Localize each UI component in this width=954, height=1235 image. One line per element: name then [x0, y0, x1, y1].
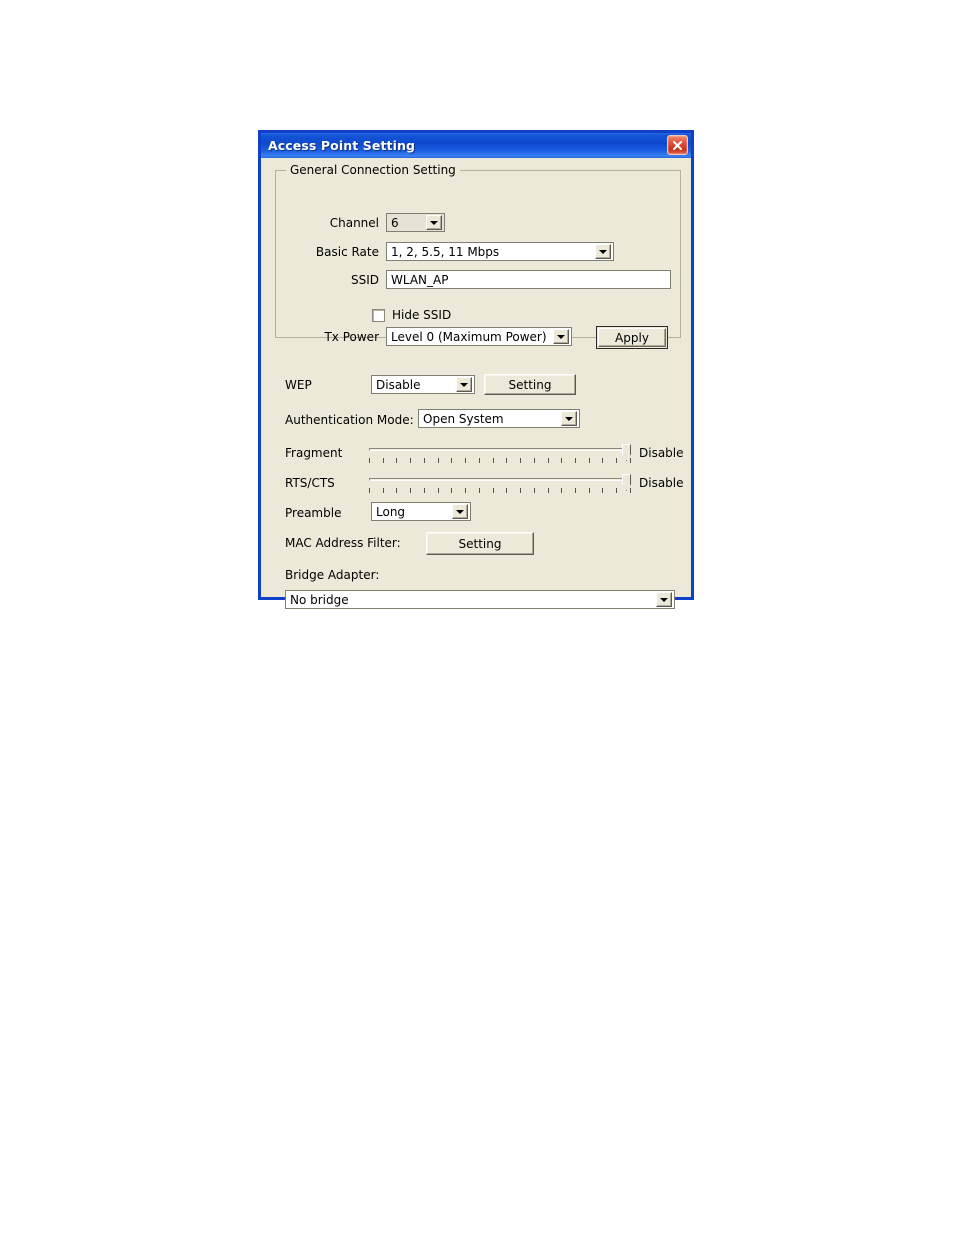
- apply-button-label: Apply: [598, 328, 666, 347]
- chevron-down-icon[interactable]: [452, 504, 468, 519]
- chevron-down-icon[interactable]: [426, 215, 442, 230]
- title-bar: Access Point Setting: [258, 130, 694, 158]
- fragment-label: Fragment: [285, 446, 343, 460]
- hide-ssid-checkbox[interactable]: Hide SSID: [372, 308, 451, 322]
- preamble-select[interactable]: Long: [371, 502, 471, 521]
- rts-cts-label: RTS/CTS: [285, 476, 335, 490]
- channel-value: 6: [391, 215, 399, 230]
- ssid-label: SSID: [350, 273, 379, 287]
- channel-select[interactable]: 6: [386, 213, 445, 232]
- apply-button[interactable]: Apply: [596, 326, 668, 349]
- tx-power-value: Level 0 (Maximum Power): [391, 329, 547, 344]
- tx-power-select[interactable]: Level 0 (Maximum Power): [386, 327, 572, 346]
- mac-filter-setting-button[interactable]: Setting: [426, 532, 534, 555]
- preamble-value: Long: [376, 504, 406, 519]
- wep-setting-label: Setting: [508, 377, 552, 392]
- wep-select[interactable]: Disable: [371, 375, 475, 394]
- fragment-slider-track[interactable]: [369, 448, 631, 451]
- access-point-setting-dialog: Access Point Setting General Connection …: [258, 130, 694, 609]
- rts-cts-slider-track[interactable]: [369, 478, 631, 481]
- preamble-label: Preamble: [285, 506, 342, 520]
- bridge-adapter-label: Bridge Adapter:: [285, 568, 380, 582]
- authentication-mode-select[interactable]: Open System: [418, 409, 580, 428]
- mac-filter-setting-label: Setting: [458, 536, 502, 551]
- mac-address-filter-label: MAC Address Filter:: [285, 536, 401, 550]
- window-title: Access Point Setting: [268, 138, 416, 153]
- checkbox-box[interactable]: [372, 308, 385, 322]
- bridge-adapter-select[interactable]: No bridge: [285, 590, 675, 609]
- dialog-client-area: General Connection Setting Channel 6 Bas…: [261, 158, 691, 609]
- group-legend: General Connection Setting: [286, 163, 460, 177]
- rts-cts-slider-ticks: [369, 488, 631, 494]
- chevron-down-icon[interactable]: [656, 592, 672, 607]
- channel-label: Channel: [329, 216, 379, 230]
- rts-cts-value: Disable: [639, 476, 684, 490]
- fragment-slider-ticks: [369, 458, 631, 464]
- chevron-down-icon[interactable]: [595, 244, 611, 259]
- hide-ssid-label: Hide SSID: [392, 308, 452, 322]
- wep-value: Disable: [376, 377, 421, 392]
- fragment-slider[interactable]: [369, 444, 631, 468]
- close-x-glyph: [672, 140, 683, 150]
- bridge-adapter-value: No bridge: [290, 592, 349, 607]
- chevron-down-icon[interactable]: [456, 377, 472, 392]
- wep-setting-button[interactable]: Setting: [484, 374, 576, 395]
- basic-rate-value: 1, 2, 5.5, 11 Mbps: [391, 244, 500, 259]
- rts-cts-slider[interactable]: [369, 474, 631, 498]
- ssid-input[interactable]: WLAN_AP: [386, 270, 671, 289]
- authentication-mode-label: Authentication Mode:: [285, 413, 414, 427]
- wep-label: WEP: [285, 378, 312, 392]
- chevron-down-icon[interactable]: [561, 411, 577, 426]
- basic-rate-select[interactable]: 1, 2, 5.5, 11 Mbps: [386, 242, 614, 261]
- chevron-down-icon[interactable]: [553, 329, 569, 344]
- authentication-mode-value: Open System: [423, 411, 504, 426]
- close-icon[interactable]: [667, 135, 688, 155]
- fragment-value: Disable: [639, 446, 684, 460]
- basic-rate-label: Basic Rate: [315, 245, 379, 259]
- tx-power-label: Tx Power: [324, 330, 379, 344]
